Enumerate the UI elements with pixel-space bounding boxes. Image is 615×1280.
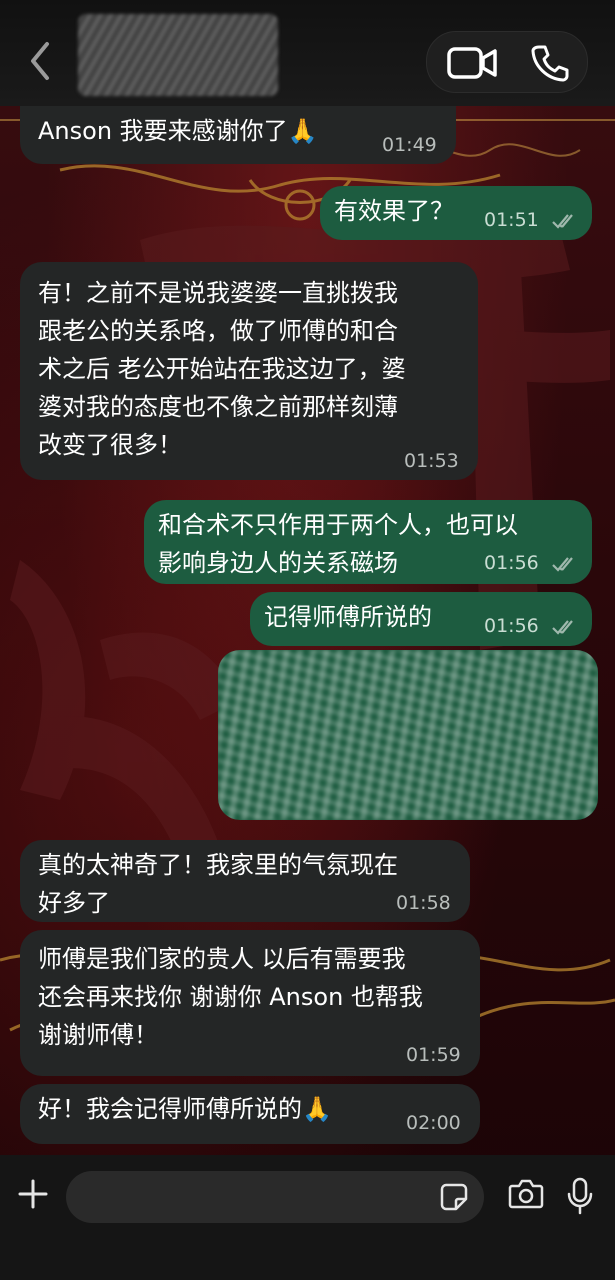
message-text: Anson 我要来感谢你了🙏 [38, 117, 318, 145]
message-text-line: 师傅是我们家的贵人 以后有需要我 [38, 945, 406, 973]
message-text-line: 真的太神奇了！我家里的气氛现在 [38, 851, 398, 879]
message-time: 01:59 [406, 1044, 461, 1066]
message-text-line: 好多了 [38, 889, 110, 917]
message-text-line: 婆对我的态度也不像之前那样刻薄 [38, 393, 398, 421]
chat-header [0, 0, 615, 106]
message-input[interactable] [66, 1171, 484, 1223]
message-text-line: 跟老公的关系咯，做了师傅的和合 [38, 317, 398, 345]
read-receipt-icon [552, 213, 573, 229]
plus-icon[interactable] [18, 1179, 48, 1209]
message-text-line: 和合术不只作用于两个人，也可以 [158, 511, 518, 539]
message-bubble-incoming[interactable]: 真的太神奇了！我家里的气氛现在 好多了 01:58 [20, 840, 470, 922]
message-text: 好！我会记得师傅所说的🙏 [38, 1095, 332, 1123]
message-text: 记得师傅所说的 [264, 603, 432, 631]
phone-call-icon[interactable] [531, 44, 569, 82]
read-receipt-icon [552, 556, 573, 572]
message-bubble-incoming[interactable]: 好！我会记得师傅所说的🙏 02:00 [20, 1084, 480, 1144]
message-time: 02:00 [406, 1112, 461, 1134]
message-bubble-incoming[interactable]: Anson 我要来感谢你了🙏 01:49 [20, 106, 456, 164]
message-bubble-outgoing[interactable]: 记得师傅所说的 01:56 [250, 592, 592, 646]
message-composer [0, 1155, 615, 1280]
message-time: 01:58 [396, 892, 451, 914]
read-receipt-icon [552, 619, 573, 635]
message-bubble-outgoing[interactable]: 和合术不只作用于两个人，也可以 影响身边人的关系磁场 01:56 [144, 500, 592, 584]
sticker-icon[interactable] [440, 1183, 468, 1211]
message-text-line: 术之后 老公开始站在我这边了，婆 [38, 355, 406, 383]
redacted-message-bubble[interactable] [218, 650, 598, 820]
call-buttons [426, 31, 588, 93]
message-time: 01:49 [382, 134, 437, 156]
message-text-line: 谢谢师傅！ [38, 1021, 158, 1049]
message-bubble-incoming[interactable]: 有！之前不是说我婆婆一直挑拨我 跟老公的关系咯，做了师傅的和合 术之后 老公开始… [20, 262, 478, 480]
camera-icon[interactable] [508, 1179, 544, 1209]
microphone-icon[interactable] [567, 1177, 593, 1215]
message-text-line: 影响身边人的关系磁场 [158, 549, 398, 577]
message-bubble-outgoing[interactable]: 有效果了？ 01:51 [320, 186, 592, 240]
message-time: 01:53 [404, 450, 459, 472]
message-text: 有效果了？ [334, 197, 454, 225]
back-arrow-icon[interactable] [28, 40, 52, 82]
video-call-icon[interactable] [447, 46, 497, 80]
message-time: 01:56 [484, 552, 579, 574]
message-text-line: 还会再来找你 谢谢你 Anson 也帮我 [38, 983, 423, 1011]
message-text-line: 改变了很多！ [38, 431, 182, 459]
contact-name-redacted[interactable] [78, 14, 278, 96]
message-bubble-incoming[interactable]: 师傅是我们家的贵人 以后有需要我 还会再来找你 谢谢你 Anson 也帮我 谢谢… [20, 930, 480, 1076]
message-text-line: 有！之前不是说我婆婆一直挑拨我 [38, 279, 398, 307]
message-time: 01:56 [484, 615, 579, 637]
message-time: 01:51 [484, 209, 579, 231]
redaction-scribble [218, 650, 598, 820]
